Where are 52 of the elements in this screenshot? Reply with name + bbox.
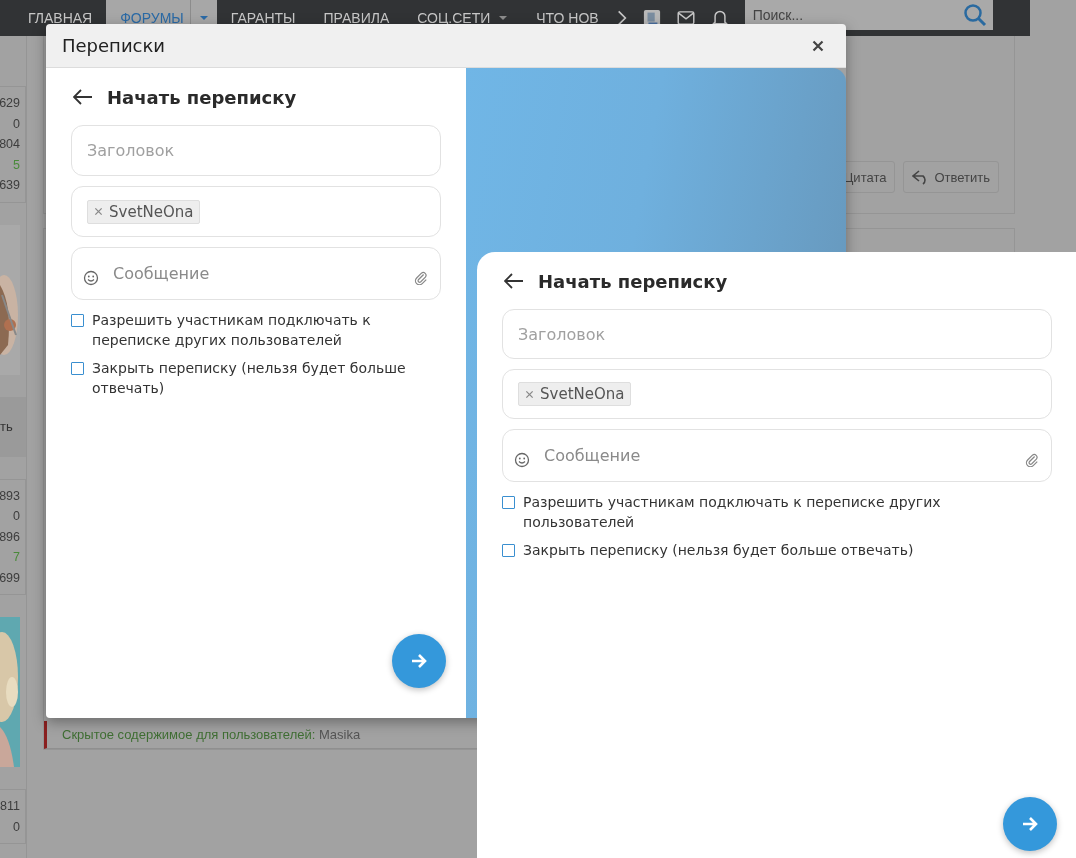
- modal-title: Переписки: [62, 35, 166, 56]
- checkbox[interactable]: [71, 362, 84, 375]
- stat-value: 0: [13, 115, 20, 133]
- form-heading: Начать переписку: [538, 270, 728, 292]
- checkbox-label: Закрыть переписку (нельзя будет больше отвечать): [523, 541, 915, 560]
- stat-value: 699: [0, 569, 20, 587]
- remove-icon[interactable]: [94, 207, 103, 216]
- checkbox[interactable]: [71, 314, 84, 327]
- message-field[interactable]: Сообщение: [502, 429, 1052, 482]
- checkbox[interactable]: [502, 544, 515, 557]
- search-icon[interactable]: [962, 3, 987, 27]
- send-button[interactable]: [1003, 797, 1057, 851]
- message-input[interactable]: Сообщение: [542, 445, 1013, 466]
- checkbox-label: Разрешить участникам подключать к переписке других пользователей: [92, 311, 372, 350]
- checkbox-label: Разрешить участникам подключать к переписке других пользователей: [523, 493, 942, 532]
- stat-value: 0: [13, 818, 20, 836]
- form-heading: Начать переписку: [107, 86, 297, 108]
- stat-value: 0: [13, 508, 20, 525]
- search-input[interactable]: Поиск...: [750, 6, 963, 24]
- message-input[interactable]: Сообщение: [111, 263, 402, 284]
- stat-value: 804: [0, 136, 20, 153]
- recipients-field[interactable]: SvetNeOna: [71, 186, 441, 237]
- stat-value: 896: [0, 528, 20, 546]
- recipient-tag[interactable]: SvetNeOna: [518, 382, 632, 406]
- message-field[interactable]: Сообщение: [71, 247, 441, 300]
- mail-icon[interactable]: [676, 9, 695, 27]
- checkbox-label: Закрыть переписку (нельзя будет больше отвечать): [92, 359, 407, 398]
- smiley-icon[interactable]: [514, 451, 530, 468]
- back-arrow-icon[interactable]: [73, 89, 93, 105]
- stat-value: 629: [0, 95, 20, 112]
- smiley-icon[interactable]: [83, 269, 99, 286]
- paperclip-icon[interactable]: [1025, 452, 1039, 467]
- remove-icon[interactable]: [525, 389, 534, 399]
- checkbox[interactable]: [502, 496, 515, 509]
- title-field[interactable]: Заголовок: [71, 125, 441, 176]
- bell-icon[interactable]: [710, 9, 729, 27]
- paperclip-icon[interactable]: [414, 270, 428, 285]
- stat-value: 893: [0, 487, 20, 505]
- recipient-tag[interactable]: SvetNeOna: [87, 199, 201, 224]
- stat-value: 811: [0, 798, 20, 815]
- profile-button[interactable]: ть: [0, 396, 26, 457]
- search-field[interactable]: Поиск...: [744, 0, 993, 30]
- recipients-field[interactable]: SvetNeOna: [502, 369, 1052, 419]
- stat-value: 639: [0, 177, 20, 194]
- stat-value: 7: [13, 549, 20, 566]
- stat-value: 5: [13, 156, 20, 174]
- title-field[interactable]: Заголовок: [502, 309, 1052, 359]
- nav-tab[interactable]: СОЦ.СЕТИ: [403, 0, 523, 36]
- reply-button[interactable]: Ответить: [903, 161, 999, 193]
- close-icon[interactable]: [812, 39, 824, 52]
- back-arrow-icon[interactable]: [504, 273, 524, 289]
- chevron-right-icon[interactable]: [616, 9, 627, 27]
